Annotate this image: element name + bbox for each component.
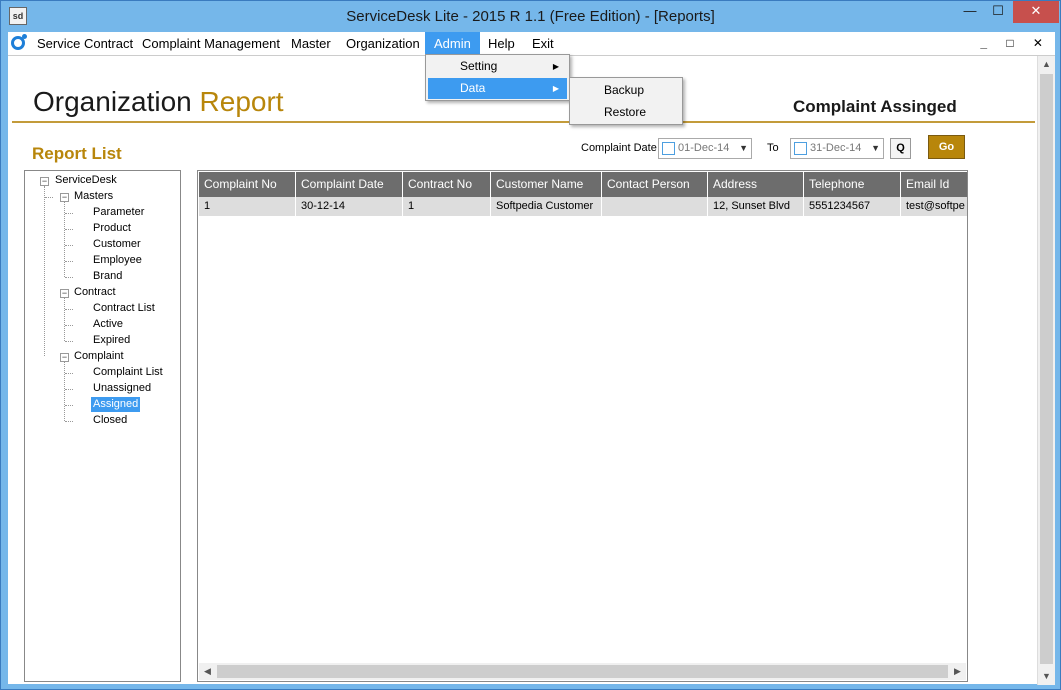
complaint-date-label: Complaint Date (581, 142, 657, 154)
menu-organization[interactable]: Organization (337, 32, 429, 55)
column-header-address[interactable]: Address (708, 172, 804, 197)
menu-complaint-management[interactable]: Complaint Management (133, 32, 289, 55)
menu-bar: Service Contract Complaint Management Ma… (8, 32, 1055, 55)
tree-node-active[interactable]: Active (93, 317, 123, 332)
maximize-button[interactable]: ☐ (984, 1, 1012, 23)
column-header-contract-no[interactable]: Contract No (403, 172, 491, 197)
tree-node-complaint-list[interactable]: Complaint List (93, 365, 163, 380)
menu-item-setting[interactable]: Setting ▶ (428, 56, 567, 77)
chevron-right-icon: ▶ (552, 84, 559, 93)
tree-toggle-icon[interactable]: − (40, 177, 49, 186)
menu-item-data-label: Data (460, 81, 486, 95)
column-header-email-id[interactable]: Email Id (901, 172, 967, 197)
menu-help[interactable]: Help (479, 32, 524, 55)
tree-toggle-icon[interactable]: − (60, 193, 69, 202)
report-tree: − ServiceDesk − Masters Parameter Produc… (24, 170, 181, 682)
complaint-grid: Complaint No Complaint Date Contract No … (197, 170, 968, 682)
column-header-complaint-no[interactable]: Complaint No (199, 172, 296, 197)
tree-node-expired[interactable]: Expired (93, 333, 130, 348)
scroll-right-icon[interactable]: ▶ (949, 663, 966, 680)
horizontal-scroll-thumb[interactable] (217, 665, 948, 678)
tree-node-parameter[interactable]: Parameter (93, 205, 144, 220)
window-title: ServiceDesk Lite - 2015 R 1.1 (Free Edit… (346, 8, 715, 25)
minimize-button[interactable]: — (956, 1, 984, 23)
app-logo-icon[interactable] (11, 34, 27, 50)
column-header-telephone[interactable]: Telephone (804, 172, 901, 197)
cell-customer-name: Softpedia Customer (491, 197, 602, 216)
header-divider (12, 121, 1035, 123)
tree-node-contract[interactable]: Contract (74, 285, 116, 300)
cell-contract-no: 1 (403, 197, 491, 216)
tree-node-product[interactable]: Product (93, 221, 131, 236)
grid-header: Complaint No Complaint Date Contract No … (199, 172, 967, 197)
vertical-scroll-thumb[interactable] (1040, 74, 1053, 664)
tree-node-closed[interactable]: Closed (93, 413, 127, 428)
tree-node-unassigned[interactable]: Unassigned (93, 381, 151, 396)
table-row[interactable]: 1 30-12-14 1 Softpedia Customer 12, Suns… (199, 197, 967, 216)
from-date-picker[interactable]: 01-Dec-14 ▼ (658, 138, 752, 159)
scroll-down-icon[interactable]: ▼ (1038, 668, 1055, 685)
tree-node-servicedesk[interactable]: ServiceDesk (55, 173, 117, 188)
cell-telephone: 5551234567 (804, 197, 901, 216)
app-window: sd ServiceDesk Lite - 2015 R 1.1 (Free E… (0, 0, 1061, 690)
column-header-contact-person[interactable]: Contact Person (602, 172, 708, 197)
close-button[interactable]: ✕ (1013, 1, 1059, 23)
column-header-complaint-date[interactable]: Complaint Date (296, 172, 403, 197)
to-label: To (767, 142, 779, 154)
tree-node-masters[interactable]: Masters (74, 189, 113, 204)
page-title-accent: Report (199, 86, 284, 117)
admin-menu-dropdown: Setting ▶ Data ▶ (425, 54, 570, 101)
tree-toggle-icon[interactable]: − (60, 289, 69, 298)
chevron-down-icon[interactable]: ▼ (871, 139, 880, 158)
menu-item-backup[interactable]: Backup (572, 80, 680, 101)
menu-exit[interactable]: Exit (523, 32, 563, 55)
tree-node-employee[interactable]: Employee (93, 253, 142, 268)
to-date-picker[interactable]: 31-Dec-14 ▼ (790, 138, 884, 159)
data-submenu-dropdown: Backup Restore (569, 77, 683, 125)
chevron-right-icon: ▶ (552, 62, 559, 71)
report-type-title: Complaint Assinged (793, 97, 957, 116)
page-title: Organization Report (33, 86, 284, 118)
title-bar[interactable]: sd ServiceDesk Lite - 2015 R 1.1 (Free E… (1, 1, 1060, 31)
to-date-checkbox[interactable] (794, 142, 807, 155)
to-date-value: 31-Dec-14 (810, 142, 862, 154)
vertical-scrollbar[interactable]: ▲ ▼ (1037, 56, 1055, 685)
column-header-customer-name[interactable]: Customer Name (491, 172, 602, 197)
tree-node-contract-list[interactable]: Contract List (93, 301, 155, 316)
menu-service-contract[interactable]: Service Contract (28, 32, 142, 55)
cell-contact-person (602, 197, 708, 216)
cell-email-id: test@softpe (901, 197, 967, 216)
from-date-checkbox[interactable] (662, 142, 675, 155)
tree-toggle-icon[interactable]: − (60, 353, 69, 362)
go-button[interactable]: Go (928, 135, 965, 159)
menu-master[interactable]: Master (282, 32, 340, 55)
menu-item-restore[interactable]: Restore (572, 102, 680, 123)
cell-complaint-no: 1 (199, 197, 296, 216)
horizontal-scrollbar[interactable]: ◀ ▶ (199, 663, 966, 680)
chevron-down-icon[interactable]: ▼ (739, 139, 748, 158)
menu-item-data[interactable]: Data ▶ (428, 78, 567, 99)
tree-node-brand[interactable]: Brand (93, 269, 122, 284)
report-panel: Organization Report Complaint Assinged R… (8, 55, 1055, 685)
tree-node-complaint[interactable]: Complaint (74, 349, 124, 364)
mdi-window-controls[interactable]: _ □ ✕ (980, 36, 1051, 50)
menu-item-setting-label: Setting (460, 59, 498, 73)
cell-complaint-date: 30-12-14 (296, 197, 403, 216)
scroll-up-icon[interactable]: ▲ (1038, 56, 1055, 73)
tree-node-assigned[interactable]: Assigned (91, 397, 141, 412)
menu-admin[interactable]: Admin (425, 32, 480, 55)
query-button[interactable]: Q (890, 138, 911, 159)
report-list-title: Report List (32, 144, 122, 163)
tree-node-customer[interactable]: Customer (93, 237, 141, 252)
cell-address: 12, Sunset Blvd (708, 197, 804, 216)
page-title-main: Organization (33, 86, 192, 117)
from-date-value: 01-Dec-14 (678, 142, 730, 154)
scroll-left-icon[interactable]: ◀ (199, 663, 216, 680)
